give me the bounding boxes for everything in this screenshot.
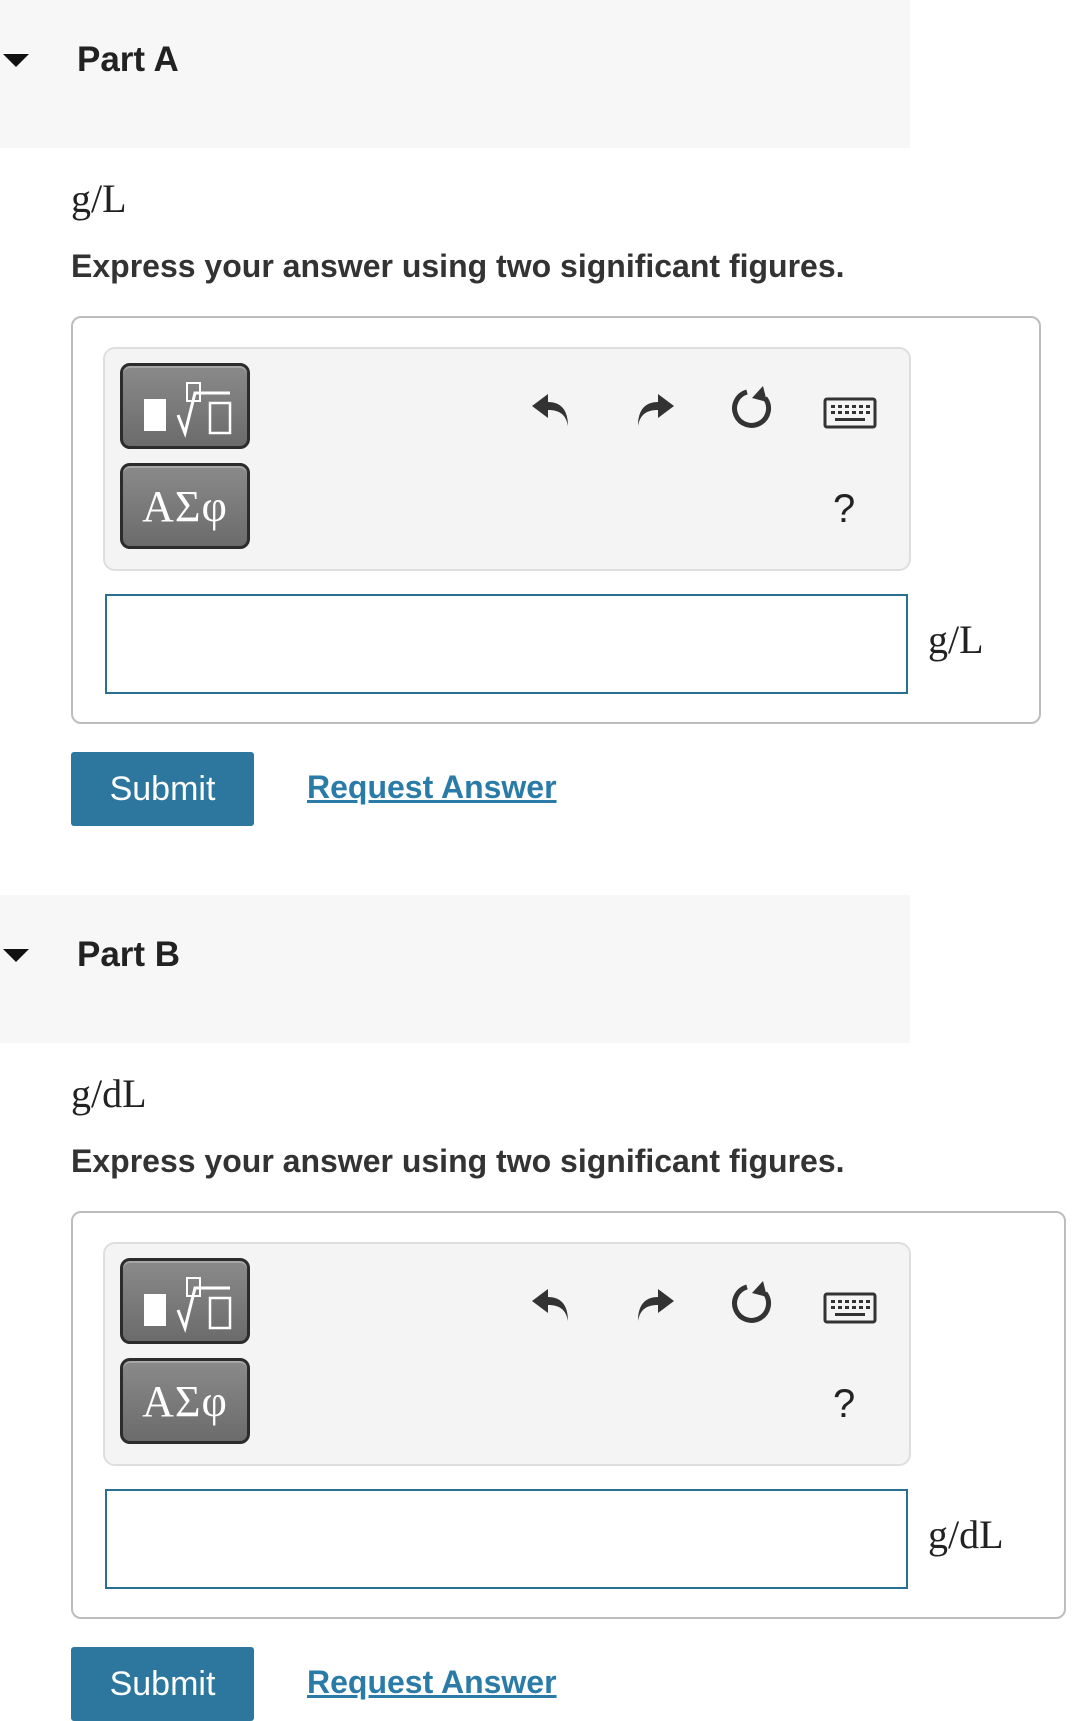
keyboard-icon[interactable] [823,397,877,431]
redo-icon[interactable] [628,384,678,434]
math-toolbar: ΑΣφ ? [103,1242,911,1466]
part-title: Part B [77,935,181,974]
question-unit-label: g/dL [71,1071,147,1116]
greek-symbols-button[interactable]: ΑΣφ [120,1358,250,1444]
fraction-root-templates-icon [144,382,232,438]
math-toolbar: ΑΣφ ? [103,347,911,571]
answer-input[interactable] [105,1489,908,1589]
reset-icon[interactable] [725,1277,779,1331]
redo-icon[interactable] [628,1279,678,1329]
undo-icon[interactable] [528,384,578,434]
submit-button[interactable]: Submit [71,752,254,826]
input-unit-label: g/L [928,617,984,662]
part-b-header[interactable]: Part B [0,895,910,1043]
keyboard-icon[interactable] [823,1292,877,1326]
undo-icon[interactable] [528,1279,578,1329]
help-button[interactable]: ? [833,1382,855,1427]
submit-button[interactable]: Submit [71,1647,254,1721]
part-b-section: Part B g/dL Express your answer using tw… [0,895,1080,1721]
fraction-root-templates-icon [144,1277,232,1333]
request-answer-link[interactable]: Request Answer [307,769,557,806]
instruction-text: Express your answer using two significan… [71,248,845,284]
reset-icon[interactable] [725,382,779,436]
greek-symbols-label: ΑΣφ [142,1376,228,1426]
help-button[interactable]: ? [833,487,855,532]
part-a-header[interactable]: Part A [0,0,910,148]
templates-button[interactable] [120,363,250,449]
collapse-caret-icon[interactable] [3,54,29,67]
collapse-caret-icon[interactable] [3,949,29,962]
answer-input[interactable] [105,594,908,694]
question-unit-label: g/L [71,176,127,221]
part-a-section: Part A g/L Express your answer using two… [0,0,1080,895]
answer-box: ΑΣφ ? g/L [71,316,1041,724]
templates-button[interactable] [120,1258,250,1344]
request-answer-link[interactable]: Request Answer [307,1664,557,1701]
greek-symbols-label: ΑΣφ [142,481,228,531]
input-unit-label: g/dL [928,1512,1004,1557]
instruction-text: Express your answer using two significan… [71,1143,845,1179]
part-title: Part A [77,40,179,79]
greek-symbols-button[interactable]: ΑΣφ [120,463,250,549]
answer-box: ΑΣφ ? g/dL [71,1211,1066,1619]
